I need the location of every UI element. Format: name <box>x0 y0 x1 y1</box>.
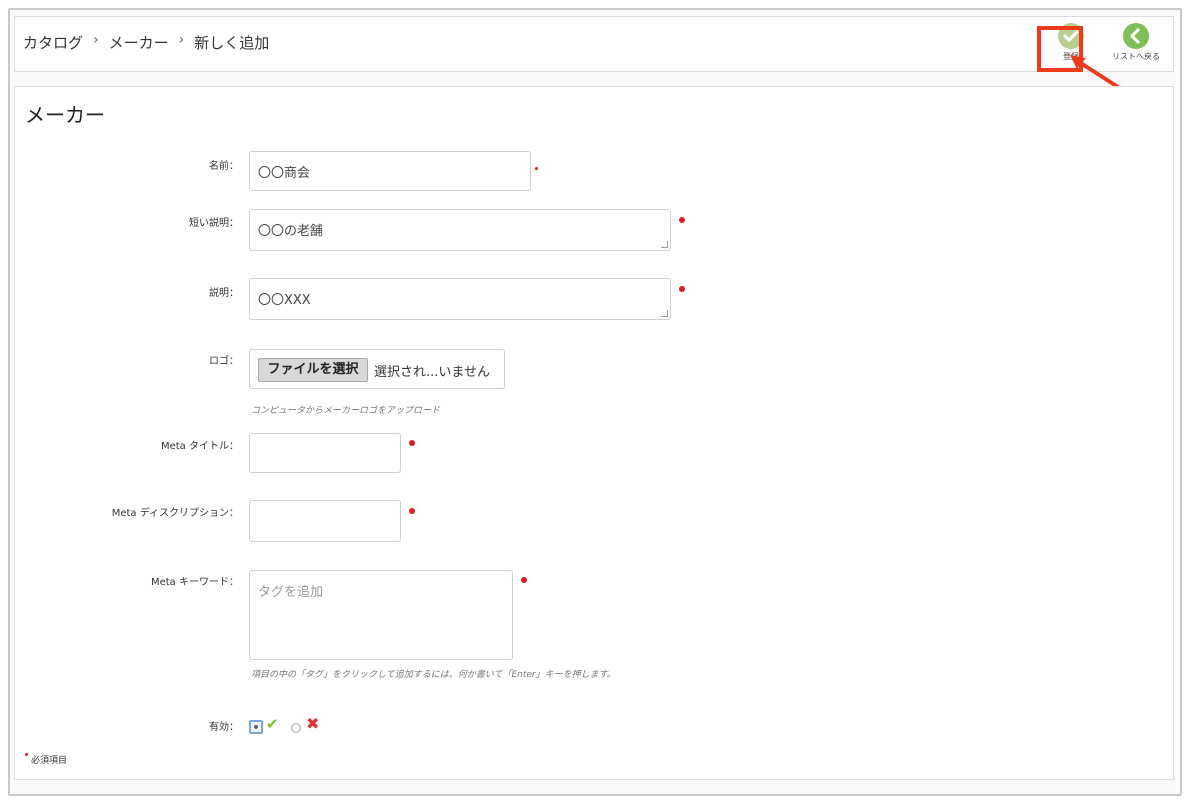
required-marker <box>679 286 685 292</box>
meta-description-input[interactable] <box>249 500 401 542</box>
meta-title-label: Meta タイトル： <box>160 441 239 452</box>
tag-placeholder: タグを追加 <box>258 585 324 600</box>
short-description-textarea[interactable]: 〇〇の老舗 <box>249 209 671 251</box>
name-label: 名前： <box>209 161 239 172</box>
file-status: 選択され...いません <box>374 365 491 380</box>
cross-icon: ✖ <box>306 714 320 733</box>
meta-keywords-label: Meta キーワード： <box>150 577 239 588</box>
left-arrow-circle-icon <box>1123 23 1149 49</box>
logo-hint: コンピュータからメーカーロゴをアップロード <box>251 406 441 416</box>
meta-description-label: Meta ディスクリプション： <box>111 508 239 519</box>
breadcrumb: カタログ › メーカー › 新しく追加 <box>23 32 269 53</box>
required-marker <box>25 753 28 756</box>
meta-keywords-tag-input[interactable]: タグを追加 <box>249 570 513 660</box>
required-note: 必須項目 <box>25 753 67 766</box>
logo-label: ロゴ： <box>209 356 239 367</box>
toolbar: カタログ › メーカー › 新しく追加 登録 リストへ戻る <box>14 16 1174 72</box>
required-marker <box>521 577 527 583</box>
description-label: 説明： <box>209 288 239 299</box>
breadcrumb-separator: › <box>178 32 185 48</box>
panel-title: メーカー <box>25 103 105 127</box>
active-no-radio[interactable] <box>291 723 301 733</box>
breadcrumb-item-new: 新しく追加 <box>194 34 270 52</box>
logo-file-input: ファイルを選択 選択され...いません <box>249 349 505 389</box>
choose-file-button[interactable]: ファイルを選択 <box>258 358 368 382</box>
check-icon: ✔ <box>266 715 279 733</box>
required-marker <box>679 217 685 223</box>
meta-title-input[interactable] <box>249 433 401 473</box>
required-marker <box>409 508 415 514</box>
description-textarea[interactable]: 〇〇XXX <box>249 278 671 320</box>
breadcrumb-item-maker[interactable]: メーカー <box>109 32 169 53</box>
required-note-text: 必須項目 <box>31 756 68 766</box>
required-marker <box>409 440 415 446</box>
keywords-hint: 項目の中の「タグ」をクリックして追加するには、何か書いて「Enter」キーを押し… <box>251 670 616 680</box>
form-panel: メーカー 名前： 〇〇商会 短い説明： 〇〇の老舗 説明： 〇〇XXX ロゴ： … <box>14 86 1174 780</box>
required-marker <box>535 167 538 170</box>
short-description-label: 短い説明： <box>189 218 239 229</box>
name-input[interactable]: 〇〇商会 <box>249 151 531 191</box>
breadcrumb-separator: › <box>93 32 99 48</box>
active-label: 有効： <box>209 722 239 733</box>
breadcrumb-item-catalog[interactable]: カタログ <box>23 32 83 53</box>
active-yes-radio[interactable] <box>249 720 263 734</box>
